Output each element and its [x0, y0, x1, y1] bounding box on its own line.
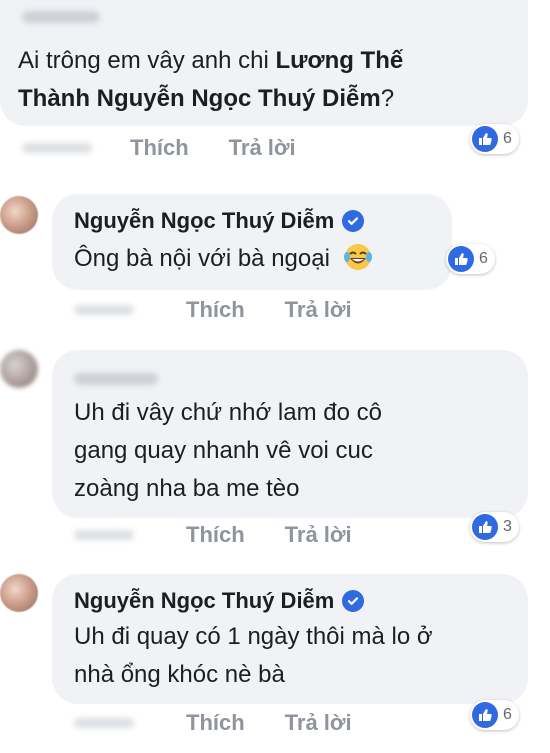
laughing-tears-emoji-icon: [343, 243, 372, 270]
avatar[interactable]: [0, 196, 38, 234]
thumbs-up-icon: [472, 126, 498, 152]
verified-badge-icon: [342, 590, 365, 612]
comment-text-line: nhà ổng khóc nè bà: [74, 661, 285, 688]
thumbs-up-icon: [448, 246, 474, 272]
timestamp-blurred[interactable]: [74, 718, 134, 728]
timestamp-blurred[interactable]: [74, 305, 134, 315]
mention-link[interactable]: Lương Thế: [275, 47, 403, 74]
like-button[interactable]: Thích: [130, 135, 189, 161]
reply-button[interactable]: Trả lời: [285, 522, 352, 548]
reaction-badge[interactable]: 3: [470, 512, 519, 542]
reaction-count: 6: [503, 130, 512, 147]
reply-button[interactable]: Trả lời: [229, 135, 296, 161]
author-name-blurred[interactable]: [74, 373, 158, 385]
reaction-count: 6: [503, 706, 512, 723]
reaction-count: 6: [479, 250, 488, 267]
comment-text: Ai trông em vây anh chi Lương Thế Thành …: [18, 42, 518, 118]
reaction-count: 3: [503, 518, 512, 535]
comment-text: Ông bà nội với bà ngoại: [74, 245, 330, 272]
thumbs-up-icon: [472, 702, 498, 728]
reaction-badge[interactable]: 6: [446, 244, 495, 274]
timestamp-blurred[interactable]: [22, 143, 92, 153]
author-name-blurred[interactable]: [22, 11, 100, 23]
comment-text-line: zoàng nha ba me tèo: [74, 475, 300, 502]
like-button[interactable]: Thích: [186, 710, 245, 736]
comment-text-plain: Ai trông em vây anh chi: [18, 47, 276, 74]
comment-actions: Thích Trả lời: [74, 297, 352, 323]
reaction-badge[interactable]: 6: [470, 700, 519, 730]
comment-text-line: gang quay nhanh vê voi cuc: [74, 437, 373, 464]
comment-bubble: Uh đi vây chứ nhớ lam đo cô gang quay nh…: [52, 350, 528, 518]
comment-text-line: Uh đi vây chứ nhớ lam đo cô: [74, 399, 382, 426]
comment-text-end: ?: [380, 85, 395, 112]
comment-bubble: Nguyễn Ngọc Thuý Diễm Uh đi quay có 1 ng…: [52, 574, 528, 704]
comment-text-line: Uh đi quay có 1 ngày thôi mà lo ở: [74, 623, 433, 650]
thumbs-up-icon: [472, 514, 498, 540]
comment-bubble: Ai trông em vây anh chi Lương Thế Thành …: [0, 0, 528, 126]
comment-actions: Thích Trả lời: [74, 710, 352, 736]
reaction-badge[interactable]: 6: [470, 124, 519, 154]
reply-button[interactable]: Trả lời: [285, 710, 352, 736]
avatar[interactable]: [0, 574, 38, 612]
verified-badge-icon: [342, 210, 365, 232]
comment-actions: Thích Trả lời: [22, 135, 296, 161]
mention-link[interactable]: Thành Nguyễn Ngọc Thuý Diễm: [18, 85, 381, 112]
like-button[interactable]: Thích: [186, 297, 245, 323]
author-name[interactable]: Nguyễn Ngọc Thuý Diễm: [74, 588, 334, 614]
comment-actions: Thích Trả lời: [74, 522, 352, 548]
author-name[interactable]: Nguyễn Ngọc Thuý Diễm: [74, 208, 334, 234]
comment-bubble: Nguyễn Ngọc Thuý Diễm Ông bà nội với bà …: [52, 194, 452, 290]
reply-button[interactable]: Trả lời: [285, 297, 352, 323]
timestamp-blurred[interactable]: [74, 530, 134, 540]
avatar[interactable]: [0, 350, 38, 388]
like-button[interactable]: Thích: [186, 522, 245, 548]
